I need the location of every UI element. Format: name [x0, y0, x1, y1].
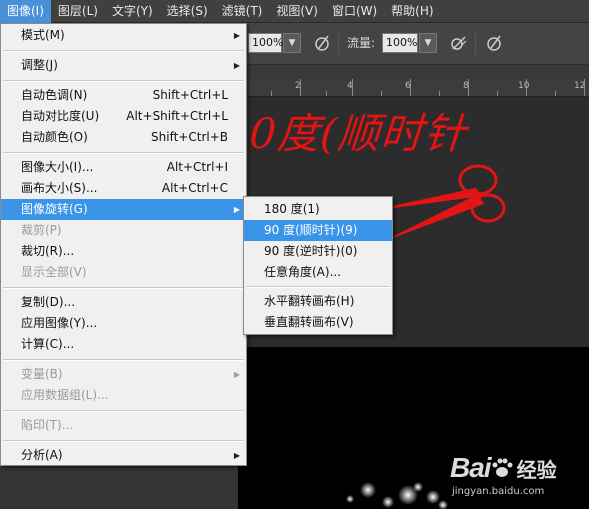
flow-label: 流量: [347, 36, 376, 50]
menu-help[interactable]: 帮助(H) [384, 0, 440, 23]
menu-item-reveal-all: 显示全部(V) [21, 265, 87, 279]
menu-item-adjustments[interactable]: 调整(J) ▶ [1, 55, 246, 76]
menu-separator [3, 80, 244, 82]
image-menu: 模式(M) ▶ 调整(J) ▶ 自动色调(N) Shift+Ctrl+L 自动对比度(… [0, 23, 247, 466]
submenu-item-flip-vertical[interactable]: 垂直翻转画布(V) [244, 312, 392, 333]
menu-layer[interactable]: 图层(L) [51, 0, 105, 23]
menu-item-apply-data-set: 应用数据组(L)... [21, 388, 109, 402]
document-canvas[interactable] [238, 347, 589, 509]
watermark-brand: Bai [450, 452, 492, 483]
menu-item-auto-contrast[interactable]: 自动对比度(U) Alt+Shift+Ctrl+L [1, 106, 246, 127]
ruler-label: 8 [463, 81, 469, 91]
ruler-label: 10 [518, 81, 530, 91]
submenu-item-flip-horizontal[interactable]: 水平翻转画布(H) [244, 291, 392, 312]
submenu-item-rotate-180[interactable]: 180 度(1) [244, 199, 392, 220]
airbrush-icon[interactable] [447, 32, 469, 54]
menu-item-variables: 变量(B) ▶ [1, 364, 246, 385]
submenu-arrow-icon: ▶ [233, 205, 240, 214]
submenu-item-rotate-90-cw[interactable]: 90 度(顺时针)(9) [244, 220, 392, 241]
menu-item-crop: 裁剪(P) [21, 223, 62, 237]
submenu-arrow-icon: ▶ [233, 370, 240, 379]
opacity-dropdown-button[interactable]: ▼ [283, 33, 301, 53]
menu-select[interactable]: 选择(S) [160, 0, 215, 23]
menu-separator [3, 152, 244, 154]
menu-item-analysis[interactable]: 分析(A) ▶ [1, 445, 246, 466]
pressure-size-icon[interactable] [483, 32, 505, 54]
menu-item-auto-tone[interactable]: 自动色调(N) Shift+Ctrl+L [1, 85, 246, 106]
ruler-label: 6 [405, 81, 411, 91]
toolbar-separator [475, 33, 476, 55]
submenu-arrow-icon: ▶ [233, 61, 240, 70]
menu-window[interactable]: 窗口(W) [325, 0, 384, 23]
submenu-item-rotate-90-ccw[interactable]: 90 度(逆时针)(0) [244, 241, 392, 262]
menu-image[interactable]: 图像(I) [0, 0, 51, 23]
menu-separator [3, 287, 244, 289]
menu-item-trap: 陷印(T)... [21, 418, 74, 432]
submenu-item-arbitrary[interactable]: 任意角度(A)... [244, 262, 392, 283]
opacity-input[interactable]: 100% [248, 33, 283, 53]
menu-separator [246, 286, 390, 288]
menu-item-duplicate[interactable]: 复制(D)... [1, 292, 246, 313]
flow-dropdown-button[interactable]: ▼ [419, 33, 437, 53]
menu-item-canvas-size[interactable]: 画布大小(S)... Alt+Ctrl+C [1, 178, 246, 199]
menu-item-apply-image[interactable]: 应用图像(Y)... [1, 313, 246, 334]
menu-item-image-rotation[interactable]: 图像旋转(G) ▶ [1, 199, 246, 220]
baidu-watermark: Bai 经验 jingyan.baidu.com [450, 452, 557, 497]
menu-view[interactable]: 视图(V) [269, 0, 325, 23]
menu-separator [3, 410, 244, 412]
toolbar-separator [338, 33, 339, 55]
ruler-label: 2 [295, 81, 301, 91]
paw-icon [492, 458, 513, 477]
menu-type[interactable]: 文字(Y) [105, 0, 160, 23]
menu-separator [3, 440, 244, 442]
menu-filter[interactable]: 滤镜(T) [215, 0, 270, 23]
watermark-url: jingyan.baidu.com [452, 486, 545, 497]
annotation-text: 90度(顺时针 [220, 109, 469, 158]
ruler-label: 12 [574, 81, 586, 91]
menu-item-image-size[interactable]: 图像大小(I)... Alt+Ctrl+I [1, 157, 246, 178]
menu-item-trim[interactable]: 裁切(R)... [1, 241, 246, 262]
pressure-opacity-icon[interactable] [311, 32, 333, 54]
submenu-arrow-icon: ▶ [233, 451, 240, 460]
horizontal-ruler: 2 4 6 8 10 12 [248, 79, 589, 97]
menu-item-calculations[interactable]: 计算(C)... [1, 334, 246, 355]
image-rotation-submenu: 180 度(1) 90 度(顺时针)(9) 90 度(逆时针)(0) 任意角度(… [243, 196, 393, 335]
ruler-label: 4 [347, 81, 353, 91]
photoshop-window: 图像(I) 图层(L) 文字(Y) 选择(S) 滤镜(T) 视图(V) 窗口(W… [0, 0, 589, 509]
menu-bar: 图像(I) 图层(L) 文字(Y) 选择(S) 滤镜(T) 视图(V) 窗口(W… [0, 0, 589, 23]
menu-item-mode[interactable]: 模式(M) ▶ [1, 25, 246, 46]
menu-item-auto-color[interactable]: 自动颜色(O) Shift+Ctrl+B [1, 127, 246, 148]
watermark-suffix: 经验 [516, 458, 557, 482]
menu-separator [3, 50, 244, 52]
submenu-arrow-icon: ▶ [233, 31, 240, 40]
sparkle-image [346, 482, 448, 509]
flow-input[interactable]: 100% [382, 33, 418, 53]
panel-background [0, 465, 238, 509]
menu-separator [3, 359, 244, 361]
